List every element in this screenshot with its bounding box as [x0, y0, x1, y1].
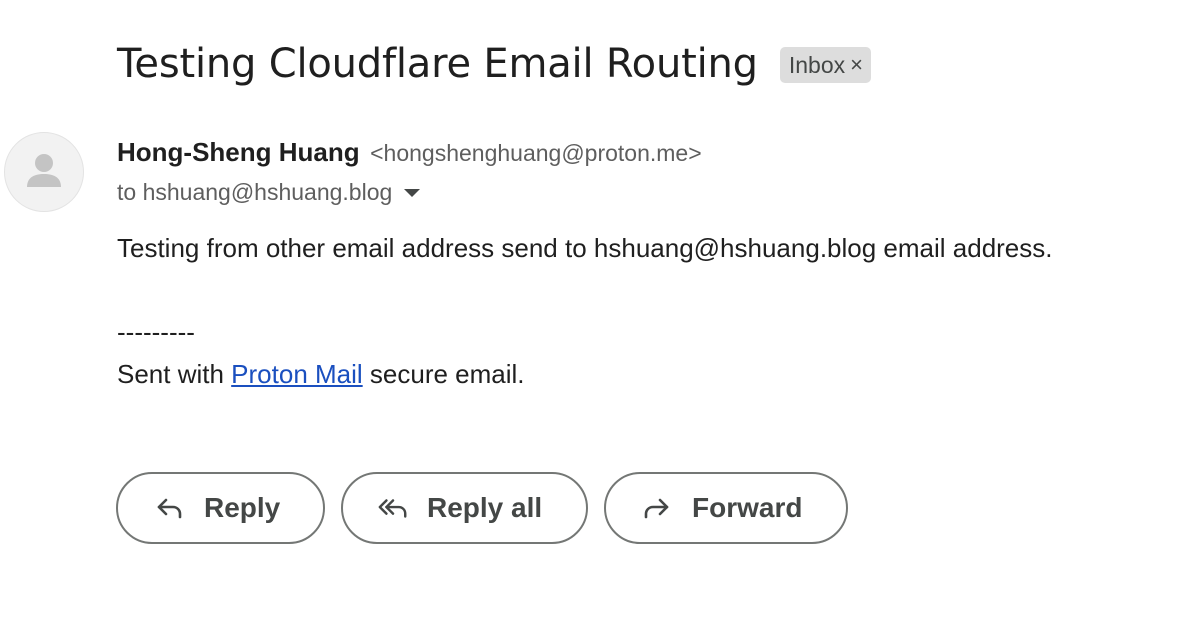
- proton-mail-link[interactable]: Proton Mail: [231, 359, 363, 389]
- label-chip-text: Inbox: [788, 51, 846, 78]
- sender-line: Hong-Sheng Huang <hongshenghuang@proton.…: [117, 136, 702, 173]
- reply-all-arrow-icon: [377, 492, 409, 524]
- inbox-label-chip[interactable]: Inbox ×: [779, 47, 871, 83]
- sender-avatar[interactable]: [4, 132, 84, 212]
- reply-all-button-label: Reply all: [427, 492, 543, 523]
- person-avatar-icon: [27, 154, 61, 187]
- email-signature: Sent with Proton Mail secure email.: [117, 358, 525, 390]
- sender-email: <hongshenghuang@proton.me>: [370, 140, 702, 166]
- email-subject: Testing Cloudflare Email Routing: [117, 41, 758, 87]
- sender-name[interactable]: Hong-Sheng Huang: [117, 137, 360, 167]
- forward-button[interactable]: Forward: [604, 472, 848, 544]
- reply-button-label: Reply: [204, 492, 281, 523]
- forward-button-label: Forward: [692, 492, 803, 523]
- reply-arrow-icon: [154, 492, 186, 524]
- signature-prefix: Sent with: [117, 359, 232, 389]
- recipient-line: to hshuang@hshuang.blog: [117, 176, 421, 208]
- reply-button[interactable]: Reply: [116, 472, 325, 544]
- reply-all-button[interactable]: Reply all: [341, 472, 588, 544]
- caret-down-icon[interactable]: [404, 189, 421, 197]
- email-signature-separator: ---------: [117, 317, 195, 347]
- forward-arrow-icon: [640, 492, 672, 524]
- remove-label-icon[interactable]: ×: [850, 54, 863, 76]
- email-body-main: Testing from other email address send to…: [117, 233, 1053, 263]
- signature-suffix: secure email.: [362, 359, 525, 389]
- subject-row: Testing Cloudflare Email Routing Inbox ×: [117, 36, 871, 92]
- recipient-text: to hshuang@hshuang.blog: [117, 179, 393, 205]
